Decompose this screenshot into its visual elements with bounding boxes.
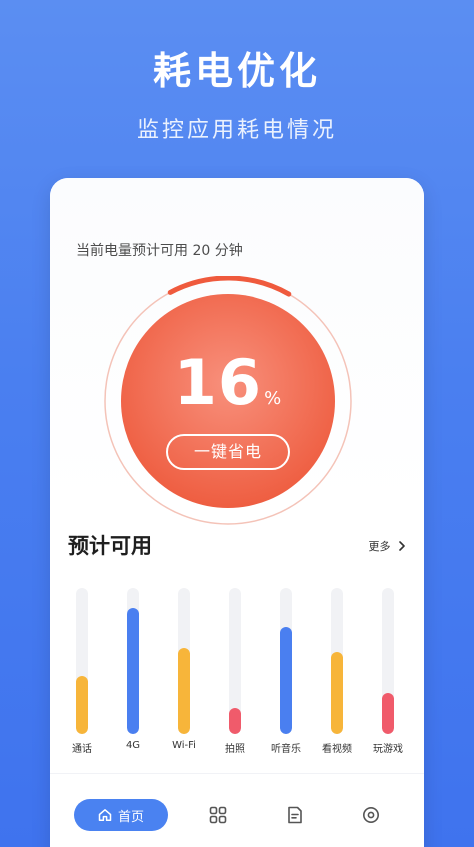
usage-bar-item: 听音乐 [261,588,311,758]
usage-bar-item: 拍照 [210,588,260,758]
usage-bar-item: 看视频 [312,588,362,758]
usage-bar-fill [382,693,394,734]
nav-home[interactable]: 首页 [74,799,168,831]
battery-percent-unit: % [264,388,283,409]
usage-bar-track [229,588,241,734]
usage-bar-track [127,588,139,734]
battery-percent-number: 16 [173,346,263,419]
more-link[interactable]: 更多 [369,538,407,554]
usage-bar-item: 通话 [57,588,107,758]
settings-icon[interactable] [361,805,381,825]
one-key-save-button[interactable]: 一键省电 [166,434,290,470]
usage-bar-label: 听音乐 [271,744,301,755]
usage-bar-fill [178,647,190,734]
usage-bar-fill [229,707,241,734]
usage-bar-track [382,588,394,734]
estimate-text: 当前电量预计可用 20 分钟 [76,243,243,259]
usage-bar-label: 4G [125,740,141,751]
document-icon[interactable] [285,805,305,825]
usage-bar-item: 玩游戏 [363,588,413,758]
usage-bar-label: 通话 [72,744,92,755]
nav-home-label: 首页 [117,809,144,825]
more-label: 更多 [368,540,391,553]
usage-bar-track [76,588,88,734]
battery-card: 当前电量预计可用 20 分钟 16% 一键省电 预计可用 更多 通话 4G Wi-F… [50,178,424,847]
usage-bar-item: Wi-Fi [159,588,209,758]
section-title: 预计可用 [68,534,152,558]
usage-bar-fill [127,608,139,734]
usage-bar-track [280,588,292,734]
battery-percent: 16% [103,346,353,419]
usage-bar-fill [280,627,292,734]
usage-bar-fill [331,652,343,734]
usage-bars: 通话 4G Wi-Fi 拍照 听音乐 看视频 玩游戏 [50,588,424,758]
usage-bar-track [178,588,190,734]
hero-subtitle: 监控应用耗电情况 [136,118,337,143]
usage-bar-item: 4G [108,588,158,758]
bottom-nav: 首页 [50,773,424,847]
usage-bar-fill [76,675,88,734]
usage-bar-track [331,588,343,734]
chevron-right-icon [399,541,405,551]
usage-bar-label: 看视频 [322,744,352,755]
usage-bar-label: Wi-Fi [172,740,196,751]
home-icon [98,809,112,822]
grid-icon[interactable] [208,805,228,825]
battery-ring: 16% 一键省电 [103,276,353,526]
hero-title: 耗电优化 [152,49,321,93]
usage-bar-label: 拍照 [225,744,245,755]
usage-bar-label: 玩游戏 [373,744,403,755]
